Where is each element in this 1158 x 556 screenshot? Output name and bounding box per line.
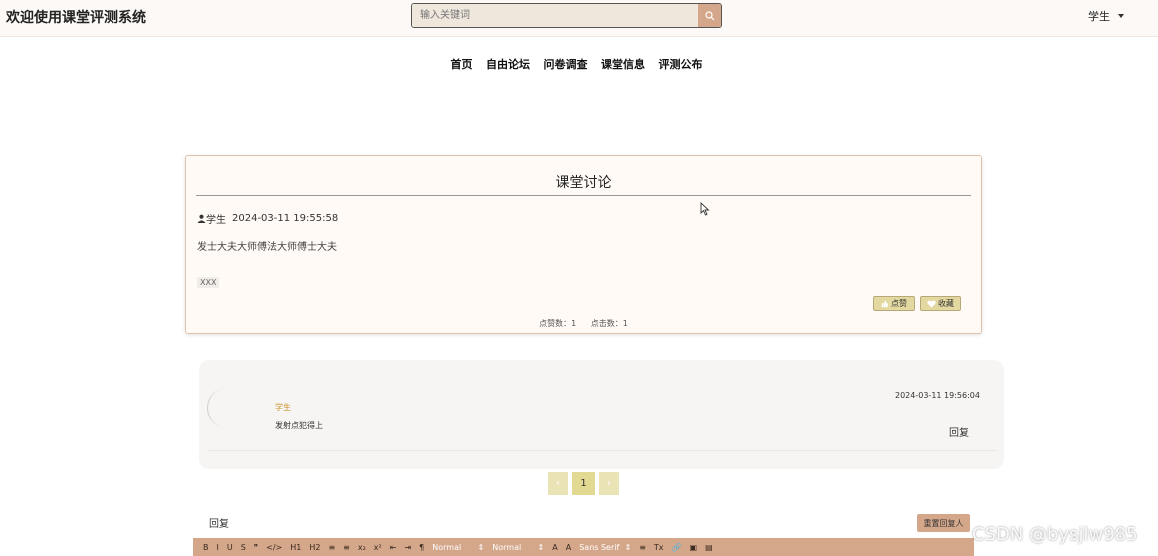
search-button[interactable] (698, 4, 721, 27)
italic-button[interactable]: I (217, 543, 219, 552)
nav-item-survey[interactable]: 问卷调查 (544, 56, 588, 72)
post-meta: 学生 2024-03-11 19:55:58 (197, 211, 338, 226)
size-select[interactable]: Normal ⇕ (492, 543, 544, 552)
title-divider (196, 195, 971, 196)
superscript-button[interactable]: x² (374, 543, 382, 552)
search-icon (704, 10, 714, 20)
select-arrow-icon: ⇕ (477, 542, 485, 552)
post-title: 课堂讨论 (555, 175, 612, 191)
next-page-button[interactable]: › (599, 472, 619, 495)
outdent-button[interactable]: ⇤ (390, 543, 397, 552)
video-button[interactable]: ▤ (705, 543, 713, 552)
size-select-value: Normal (492, 542, 522, 552)
header-select-value: Normal (432, 542, 462, 552)
align-button[interactable]: ≡ (639, 543, 646, 552)
avatar (207, 388, 247, 428)
font-select-value: Sans Serif (579, 542, 620, 552)
search-input[interactable] (412, 4, 698, 27)
background-color-button[interactable]: A (566, 543, 571, 552)
reply-list: 学生 发射点犯得上 2024-03-11 19:56:04 回复 (199, 360, 1004, 469)
post-tag: XXX (197, 277, 220, 288)
site-title: 欢迎使用课堂评测系统 (6, 10, 146, 26)
post-counts: 点赞数：1 点击数：1 (186, 318, 981, 329)
reply-form-label: 回复 (209, 519, 229, 530)
page-button-current[interactable]: 1 (572, 472, 595, 495)
reply-user: 学生 (275, 403, 291, 412)
indent-button[interactable]: ⇥ (404, 543, 411, 552)
editor-toolbar: B I U S ❞ </> H1 H2 ≡ ≡ x₂ x² ⇤ ⇥ ¶ Norm… (193, 538, 974, 556)
font-select[interactable]: Sans Serif ⇕ (579, 543, 631, 552)
chevron-down-icon (1118, 14, 1124, 18)
reply-date: 2024-03-11 19:56:04 (895, 391, 980, 400)
pagination: ‹ 1 › (548, 472, 619, 495)
post-card: 课堂讨论 学生 2024-03-11 19:55:58 发士大夫大师傅法大师傅士… (185, 155, 982, 334)
header-select[interactable]: Normal ⇕ (432, 543, 484, 552)
click-count: 点击数：1 (590, 319, 628, 328)
favorite-button-label: 收藏 (938, 299, 954, 308)
select-arrow-icon: ⇕ (624, 542, 632, 552)
strike-button[interactable]: S (241, 543, 246, 552)
subscript-button[interactable]: x₂ (358, 543, 366, 552)
nav-item-results[interactable]: 评测公布 (659, 56, 703, 72)
bullet-list-button[interactable]: ≡ (343, 543, 350, 552)
reply-button[interactable]: 回复 (949, 424, 969, 439)
mouse-cursor-icon (700, 202, 710, 216)
prev-page-button[interactable]: ‹ (548, 472, 568, 495)
post-content: 发士大夫大师傅法大师傅士大夫 (197, 242, 337, 253)
top-bar: 欢迎使用课堂评测系统 学生 (0, 0, 1158, 37)
bold-button[interactable]: B (203, 543, 209, 552)
like-button[interactable]: 点赞 (873, 296, 915, 311)
select-arrow-icon: ⇕ (537, 542, 545, 552)
nav-item-home[interactable]: 首页 (451, 56, 473, 72)
thumbs-up-icon (881, 300, 889, 307)
like-count: 点赞数：1 (539, 319, 577, 328)
watermark: CSDN @bysjlw985 (972, 524, 1138, 545)
reset-reply-button[interactable]: 重置回复人 (917, 514, 970, 532)
link-button[interactable]: 🔗 (672, 543, 682, 552)
reply-divider (207, 450, 997, 451)
search-box (411, 3, 722, 28)
clear-format-button[interactable]: Tx (654, 543, 664, 552)
nav-item-class-info[interactable]: 课堂信息 (601, 56, 645, 72)
code-block-button[interactable]: </> (266, 543, 282, 552)
nav-item-forum[interactable]: 自由论坛 (486, 56, 530, 72)
header2-button[interactable]: H2 (309, 543, 320, 552)
ordered-list-button[interactable]: ≡ (328, 543, 335, 552)
like-button-label: 点赞 (891, 299, 907, 308)
heart-icon (927, 300, 936, 308)
post-date: 2024-03-11 19:55:58 (232, 213, 339, 224)
font-color-button[interactable]: A (552, 543, 557, 552)
reply-text: 发射点犯得上 (275, 421, 323, 430)
blockquote-button[interactable]: ❞ (254, 543, 258, 552)
main-nav: 首页 自由论坛 问卷调查 课堂信息 评测公布 (0, 56, 1158, 72)
user-menu-label: 学生 (1088, 10, 1110, 23)
user-menu[interactable]: 学生 (1088, 8, 1124, 24)
post-author: 学生 (206, 215, 226, 226)
header1-button[interactable]: H1 (290, 543, 301, 552)
image-button[interactable]: ▣ (690, 543, 698, 552)
user-icon (197, 214, 206, 223)
favorite-button[interactable]: 收藏 (920, 296, 961, 311)
underline-button[interactable]: U (227, 543, 233, 552)
direction-button[interactable]: ¶ (419, 543, 424, 552)
